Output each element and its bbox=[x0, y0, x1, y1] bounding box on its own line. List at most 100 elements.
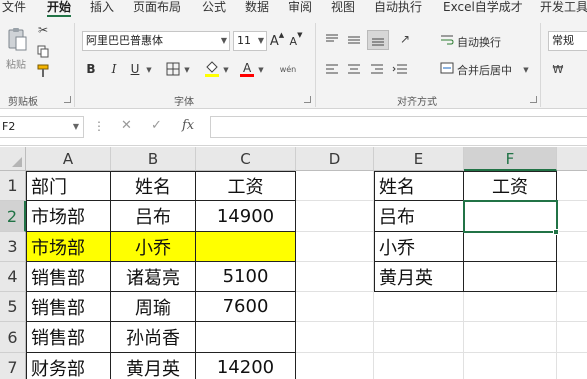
cell-d6[interactable] bbox=[296, 322, 374, 353]
cell-g2[interactable] bbox=[557, 201, 587, 232]
row-header-7[interactable]: 7 bbox=[0, 353, 26, 379]
column-header-d[interactable]: D bbox=[296, 147, 374, 171]
cell-f7[interactable] bbox=[464, 353, 557, 379]
number-format-select[interactable]: 常规 bbox=[548, 31, 587, 51]
cell-d4[interactable] bbox=[296, 262, 374, 292]
column-header-g[interactable] bbox=[557, 147, 587, 171]
cell-b6[interactable]: 孙尚香 bbox=[111, 322, 196, 353]
cell-g1[interactable] bbox=[557, 171, 587, 201]
row-header-3[interactable]: 3 bbox=[0, 232, 26, 262]
cell-d3[interactable] bbox=[296, 232, 374, 262]
row-header-4[interactable]: 4 bbox=[0, 262, 26, 292]
align-bottom-icon[interactable] bbox=[367, 30, 389, 50]
orientation-icon[interactable]: ↗ bbox=[396, 30, 414, 48]
name-box[interactable]: F2 ▼ bbox=[0, 116, 84, 138]
cell-c2[interactable]: 14900 bbox=[196, 201, 296, 232]
tab-automate[interactable]: 自动执行 bbox=[374, 0, 422, 17]
tab-excel-self-study[interactable]: Excel自学成才 bbox=[443, 0, 523, 17]
alignment-launcher-icon[interactable] bbox=[530, 96, 537, 103]
column-header-e[interactable]: E bbox=[374, 147, 464, 171]
cell-f3[interactable] bbox=[464, 232, 557, 262]
tab-file[interactable]: 文件 bbox=[2, 0, 26, 17]
cell-b2[interactable]: 吕布 bbox=[111, 201, 196, 232]
cell-f1[interactable]: 工资 bbox=[464, 171, 557, 201]
align-middle-icon[interactable] bbox=[345, 32, 363, 48]
cell-a4[interactable]: 销售部 bbox=[26, 262, 111, 292]
cell-f6[interactable] bbox=[464, 322, 557, 353]
align-left-icon[interactable] bbox=[323, 61, 341, 77]
currency-icon[interactable]: ₩ bbox=[550, 61, 566, 77]
row-header-6[interactable]: 6 bbox=[0, 322, 26, 353]
cell-d2[interactable] bbox=[296, 201, 374, 232]
cell-c5[interactable]: 7600 bbox=[196, 292, 296, 322]
tab-review[interactable]: 审阅 bbox=[288, 0, 312, 17]
tab-view[interactable]: 视图 bbox=[331, 0, 355, 17]
phonetic-guide-icon[interactable]: wén bbox=[278, 59, 298, 79]
cell-c7[interactable]: 14200 bbox=[196, 353, 296, 379]
merge-center-button[interactable]: 合并后居中 bbox=[457, 62, 512, 78]
tab-data[interactable]: 数据 bbox=[245, 0, 269, 17]
scissors-icon[interactable]: ✂ bbox=[36, 23, 50, 37]
tab-formulas[interactable]: 公式 bbox=[202, 0, 226, 17]
cell-a2[interactable]: 市场部 bbox=[26, 201, 111, 232]
cell-g6[interactable] bbox=[557, 322, 587, 353]
insert-function-icon[interactable]: fx bbox=[182, 118, 194, 133]
cell-c6[interactable] bbox=[196, 322, 296, 353]
indent-icon[interactable] bbox=[391, 61, 409, 77]
border-dropdown-icon[interactable]: ▼ bbox=[183, 63, 191, 77]
cell-b5[interactable]: 周瑜 bbox=[111, 292, 196, 322]
column-header-f[interactable]: F bbox=[464, 147, 557, 171]
tab-page-layout[interactable]: 页面布局 bbox=[133, 0, 181, 17]
row-header-5[interactable]: 5 bbox=[0, 292, 26, 322]
cell-b4[interactable]: 诸葛亮 bbox=[111, 262, 196, 292]
cell-c4[interactable]: 5100 bbox=[196, 262, 296, 292]
increase-font-button[interactable]: A ▲ bbox=[270, 31, 284, 49]
row-header-2[interactable]: 2 bbox=[0, 201, 26, 232]
fill-bucket-icon[interactable] bbox=[203, 59, 221, 79]
cell-b3[interactable]: 小乔 bbox=[111, 232, 196, 262]
tab-developer[interactable]: 开发工具 bbox=[540, 0, 587, 17]
formula-input[interactable] bbox=[210, 116, 587, 138]
select-all-button[interactable] bbox=[0, 147, 26, 171]
cell-e6[interactable] bbox=[374, 322, 464, 353]
font-color-dropdown-icon[interactable]: ▼ bbox=[257, 63, 265, 77]
fill-dropdown-icon[interactable]: ▼ bbox=[222, 63, 230, 77]
row-header-1[interactable]: 1 bbox=[0, 171, 26, 201]
clipboard-launcher-icon[interactable] bbox=[64, 96, 71, 103]
copy-icon[interactable] bbox=[36, 44, 50, 58]
align-top-icon[interactable] bbox=[323, 32, 341, 48]
align-center-icon[interactable] bbox=[345, 61, 363, 77]
cell-f4[interactable] bbox=[464, 262, 557, 292]
font-launcher-icon[interactable] bbox=[304, 96, 311, 103]
cell-a1[interactable]: 部门 bbox=[26, 171, 111, 201]
paste-label[interactable]: 粘贴 bbox=[6, 56, 26, 71]
bold-button[interactable]: B bbox=[84, 61, 98, 77]
cancel-icon[interactable]: ✕ bbox=[121, 118, 132, 133]
cell-g7[interactable] bbox=[557, 353, 587, 379]
cell-a3[interactable]: 市场部 bbox=[26, 232, 111, 262]
column-header-a[interactable]: A bbox=[26, 147, 111, 171]
font-color-icon[interactable]: A bbox=[238, 59, 256, 79]
paste-icon[interactable] bbox=[4, 25, 30, 55]
wrap-text-icon[interactable] bbox=[440, 33, 454, 47]
cell-e1[interactable]: 姓名 bbox=[374, 171, 464, 201]
font-size-select[interactable]: 11 ▼ bbox=[233, 31, 267, 51]
cell-a5[interactable]: 销售部 bbox=[26, 292, 111, 322]
enter-icon[interactable]: ✓ bbox=[151, 118, 162, 133]
cell-c3[interactable] bbox=[196, 232, 296, 262]
cell-e7[interactable] bbox=[374, 353, 464, 379]
tab-insert[interactable]: 插入 bbox=[90, 0, 114, 17]
cell-d1[interactable] bbox=[296, 171, 374, 201]
cell-e3[interactable]: 小乔 bbox=[374, 232, 464, 262]
cell-d7[interactable] bbox=[296, 353, 374, 379]
border-icon[interactable] bbox=[164, 61, 182, 77]
underline-dropdown-icon[interactable]: ▼ bbox=[145, 63, 153, 77]
cell-a7[interactable]: 财务部 bbox=[26, 353, 111, 379]
align-right-icon[interactable] bbox=[368, 61, 386, 77]
italic-button[interactable]: I bbox=[107, 61, 121, 77]
cell-f5[interactable] bbox=[464, 292, 557, 322]
column-header-c[interactable]: C bbox=[196, 147, 296, 171]
cell-g4[interactable] bbox=[557, 262, 587, 292]
brush-icon[interactable] bbox=[36, 64, 50, 78]
cell-b7[interactable]: 黄月英 bbox=[111, 353, 196, 379]
